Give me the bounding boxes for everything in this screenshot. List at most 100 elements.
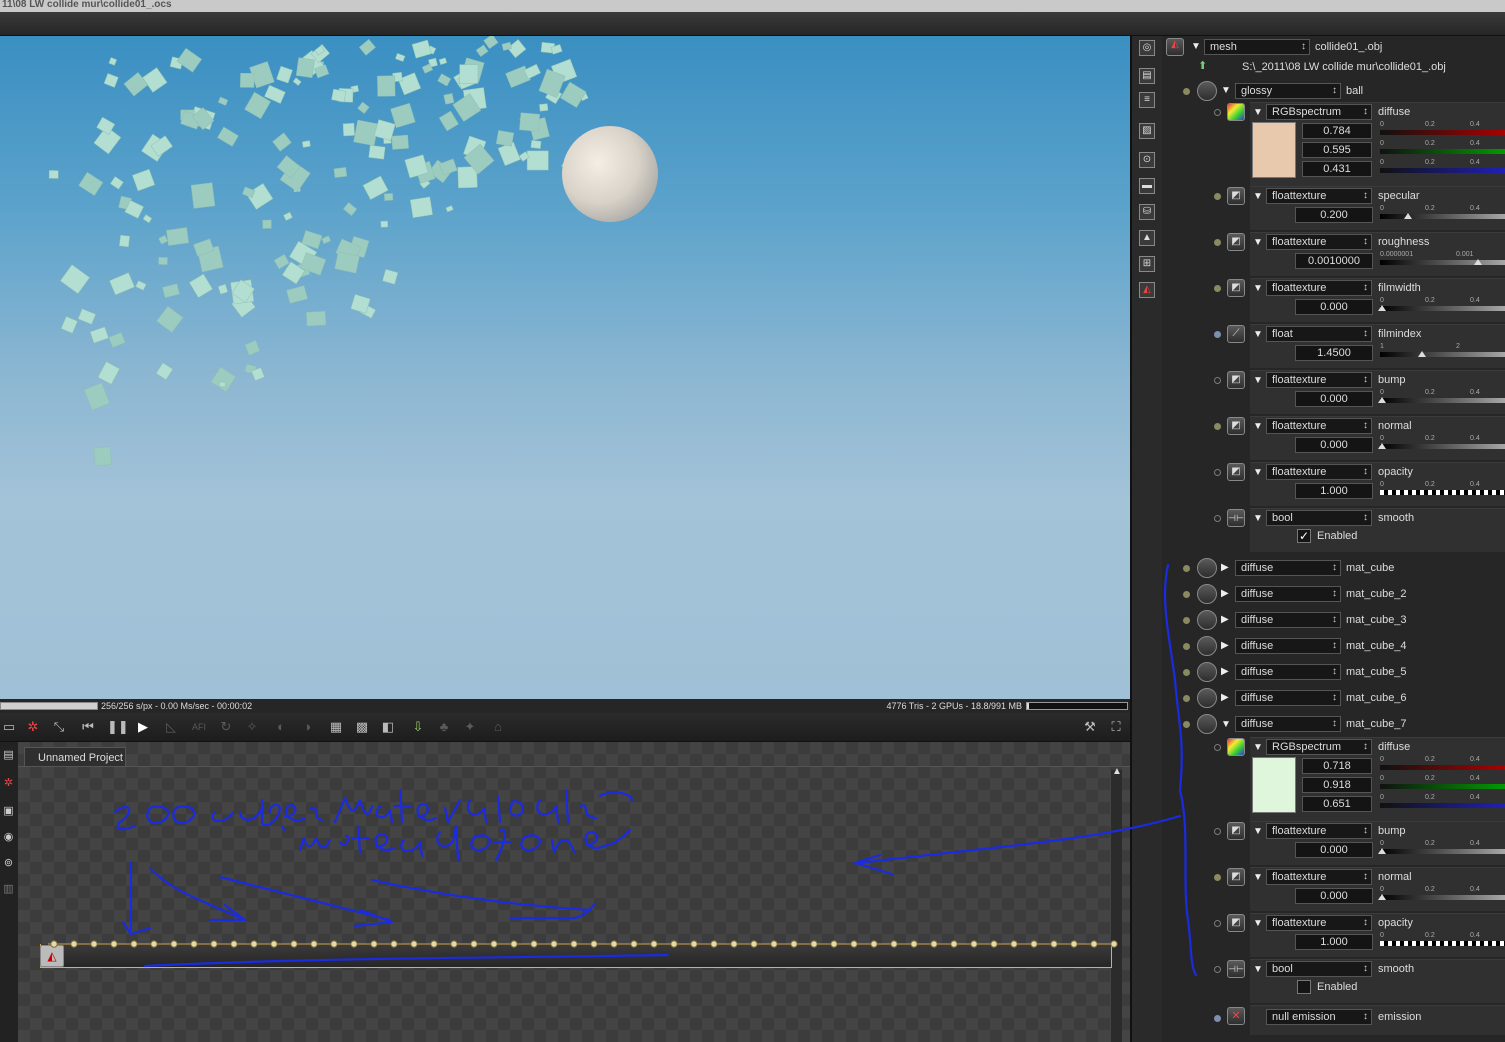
collapse-icon[interactable]: ▼ [1253, 873, 1263, 883]
slider-knob[interactable] [1404, 213, 1412, 219]
output-pin[interactable] [490, 940, 498, 948]
output-pin[interactable] [1050, 940, 1058, 948]
expand-icon[interactable]: ▶ [1221, 589, 1231, 599]
target-icon[interactable]: ⊙ [1139, 152, 1155, 168]
connection-pin[interactable] [1183, 695, 1190, 702]
collapse-icon[interactable]: ▼ [1253, 514, 1263, 524]
collapse-icon[interactable]: ▼ [1253, 238, 1263, 248]
output-pin[interactable] [150, 940, 158, 948]
wrench-icon[interactable]: ⚒ [1081, 718, 1099, 736]
output-pin[interactable] [530, 940, 538, 948]
output-pin[interactable] [390, 940, 398, 948]
connection-pin[interactable] [1214, 744, 1221, 751]
link-icon[interactable]: ⊚ [1, 856, 16, 871]
collapse-icon[interactable]: ▼ [1253, 376, 1263, 386]
material-type-select[interactable]: diffuse [1235, 716, 1341, 732]
af-icon[interactable]: AFI [190, 718, 208, 736]
connection-pin[interactable] [1183, 643, 1190, 650]
output-pin[interactable] [730, 940, 738, 948]
slider-knob[interactable] [1474, 259, 1482, 265]
param-slider-opacity[interactable]: 0 0.2 0.4 [1380, 481, 1505, 497]
image-texture-icon[interactable]: ◩ [1227, 914, 1245, 932]
param-slider-bump[interactable]: 0 0.2 0.4 [1378, 389, 1505, 405]
collapse-icon[interactable]: ▼ [1253, 422, 1263, 432]
color-swatch[interactable] [1252, 122, 1296, 178]
output-pin[interactable] [230, 940, 238, 948]
slider-knob[interactable] [1378, 397, 1386, 403]
output-pin[interactable] [70, 940, 78, 948]
clay-mode-icon[interactable]: ✲ [24, 718, 42, 736]
output-pin[interactable] [170, 940, 178, 948]
connection-pin[interactable] [1214, 469, 1221, 476]
rgb-slider-r[interactable]: 0 0.2 0.4 [1380, 121, 1505, 137]
output-pin[interactable] [1010, 940, 1018, 948]
output-pin[interactable] [650, 940, 658, 948]
collapse-icon[interactable]: ▼ [1253, 468, 1263, 478]
slider-knob[interactable] [1418, 351, 1426, 357]
output-pin[interactable] [890, 940, 898, 948]
rgb-texture-icon[interactable] [1227, 738, 1245, 756]
connection-pin[interactable] [1214, 828, 1221, 835]
collapse-icon[interactable]: ▼ [1221, 86, 1231, 96]
param-value-bump[interactable]: 0.000 [1295, 842, 1373, 858]
image-texture-icon[interactable]: ◩ [1227, 868, 1245, 886]
mesh-type-select[interactable]: mesh [1204, 39, 1310, 55]
material-sphere-icon[interactable] [1197, 688, 1217, 708]
connection-pin[interactable] [1214, 874, 1221, 881]
output-pin[interactable] [90, 940, 98, 948]
rgb-value-g[interactable]: 0.595 [1302, 142, 1372, 158]
pick-icon[interactable]: ✧ [243, 718, 261, 736]
rgb-value-b[interactable]: 0.431 [1302, 161, 1372, 177]
collapse-icon[interactable]: ▼ [1191, 42, 1201, 52]
collapse-icon[interactable]: ▼ [1253, 827, 1263, 837]
slider-knob[interactable] [1378, 848, 1386, 854]
smooth-checkbox[interactable] [1297, 980, 1311, 994]
param-slider-specular[interactable]: 0 0.2 0.4 [1380, 205, 1505, 221]
output-pin[interactable] [630, 940, 638, 948]
rgb-slider-g[interactable]: 0 0.2 0.4 [1380, 775, 1505, 791]
param-slider-normal[interactable]: 0 0.2 0.4 [1378, 886, 1505, 902]
list-icon[interactable]: ≡ [1139, 92, 1155, 108]
output-pin[interactable] [310, 940, 318, 948]
texture-type-select[interactable]: RGBspectrum [1266, 104, 1372, 120]
pick-focus-icon[interactable]: ⤡ [50, 718, 68, 736]
output-pin[interactable] [250, 940, 258, 948]
connection-pin[interactable] [1214, 1015, 1221, 1022]
mesh-file-icon[interactable]: ⬆ [1198, 58, 1207, 74]
param-slider-normal[interactable]: 0 0.2 0.4 [1378, 435, 1505, 451]
null-emission-icon[interactable]: ✕ [1227, 1007, 1245, 1025]
material-sphere-icon[interactable] [1197, 714, 1217, 734]
material-type-select[interactable]: diffuse [1235, 638, 1341, 654]
output-pin[interactable] [850, 940, 858, 948]
output-pin[interactable] [930, 940, 938, 948]
rgb-value-r[interactable]: 0.784 [1302, 123, 1372, 139]
output-pin[interactable] [190, 940, 198, 948]
param-value-filmwidth[interactable]: 0.000 [1295, 299, 1373, 315]
float-curve-icon[interactable]: ⟋ [1227, 325, 1245, 343]
expand-icon[interactable]: ▶ [1221, 641, 1231, 651]
material-type-select[interactable]: glossy [1235, 83, 1341, 99]
pin-icon[interactable]: ✦ [461, 718, 479, 736]
texture-type-select[interactable]: floattexture [1266, 464, 1372, 480]
connection-pin[interactable] [1183, 617, 1190, 624]
output-pin[interactable] [950, 940, 958, 948]
param-slider-filmwidth[interactable]: 0 0.2 0.4 [1378, 297, 1505, 313]
connection-pin[interactable] [1214, 515, 1221, 522]
recenter-icon[interactable]: ↻ [217, 718, 235, 736]
output-pin[interactable] [130, 940, 138, 948]
param-value-filmindex[interactable]: 1.4500 [1295, 345, 1373, 361]
connection-pin[interactable] [1183, 88, 1190, 95]
connection-pin[interactable] [1214, 377, 1221, 384]
collapse-icon[interactable]: ▼ [1253, 330, 1263, 340]
pause-icon[interactable]: ❚❚ [107, 718, 129, 736]
connection-pin[interactable] [1183, 565, 1190, 572]
rgb-texture-icon[interactable] [1227, 103, 1245, 121]
play-icon[interactable]: ▶ [134, 718, 152, 736]
rgb-value-g[interactable]: 0.918 [1302, 777, 1372, 793]
material-type-select[interactable]: diffuse [1235, 586, 1341, 602]
param-value-specular[interactable]: 0.200 [1295, 207, 1373, 223]
expand-icon[interactable]: ⛶ [1107, 718, 1125, 736]
expand-icon[interactable]: ▶ [1221, 667, 1231, 677]
slider-knob[interactable] [1378, 894, 1386, 900]
output-pin[interactable] [470, 940, 478, 948]
